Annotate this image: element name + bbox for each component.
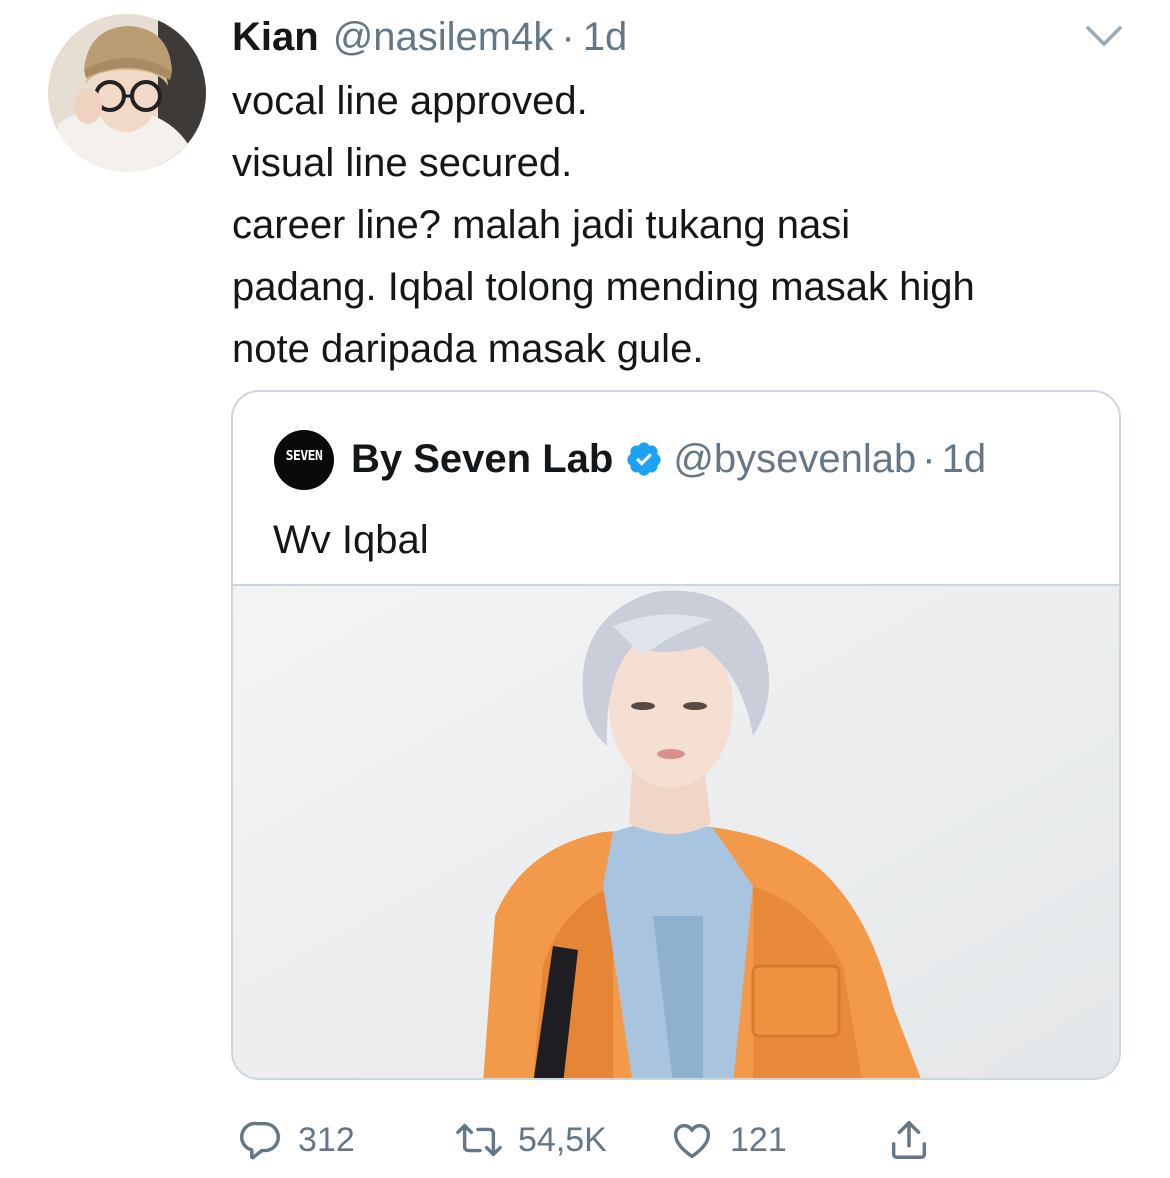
verified-badge-icon (627, 442, 661, 476)
reply-button[interactable]: 312 (238, 1110, 355, 1170)
retweet-button[interactable]: 54,5K (454, 1110, 607, 1170)
share-icon (891, 1121, 927, 1159)
quote-tweet-card[interactable]: SEVEN By Seven Lab @bysevenlab · 1d Wv I… (231, 390, 1121, 1080)
tweet-text: vocal line approved. visual line secured… (232, 70, 1142, 380)
tweet-text-line: padang. Iqbal tolong mending masak high (232, 265, 975, 309)
retweet-icon (456, 1123, 502, 1157)
like-button[interactable]: 121 (668, 1110, 787, 1170)
quote-header: By Seven Lab @bysevenlab · 1d (351, 436, 986, 482)
like-count: 121 (730, 1120, 787, 1159)
tweet-action-bar: 312 54,5K 121 (0, 1110, 1170, 1170)
quote-author-avatar[interactable]: SEVEN (274, 430, 334, 490)
tweet-header: Kian @nasilem4k · 1d (232, 14, 627, 60)
tweet-text-line: vocal line approved. (232, 79, 588, 123)
reply-icon (239, 1121, 280, 1160)
separator-dot: · (922, 437, 936, 481)
author-avatar[interactable] (48, 14, 206, 172)
author-handle[interactable]: @nasilem4k (333, 14, 554, 60)
tweet-timestamp[interactable]: 1d (583, 14, 628, 60)
heart-icon (673, 1123, 711, 1159)
quote-media-image[interactable] (233, 584, 1119, 1078)
separator-dot: · (561, 15, 575, 59)
quote-author-handle[interactable]: @bysevenlab (673, 436, 916, 482)
chevron-down-icon[interactable] (1084, 20, 1124, 52)
quote-text: Wv Iqbal (273, 518, 429, 562)
quote-timestamp[interactable]: 1d (942, 436, 987, 482)
share-button[interactable] (886, 1110, 932, 1170)
tweet-text-line: visual line secured. (232, 141, 573, 185)
quote-author-name[interactable]: By Seven Lab (351, 436, 613, 482)
tweet-text-line: note daripada masak gule. (232, 327, 704, 371)
quote-avatar-logo-text: SEVEN (285, 449, 323, 464)
retweet-count: 54,5K (518, 1120, 607, 1159)
reply-count: 312 (298, 1120, 355, 1159)
tweet-text-line: career line? malah jadi tukang nasi (232, 203, 851, 247)
author-name[interactable]: Kian (232, 14, 319, 60)
